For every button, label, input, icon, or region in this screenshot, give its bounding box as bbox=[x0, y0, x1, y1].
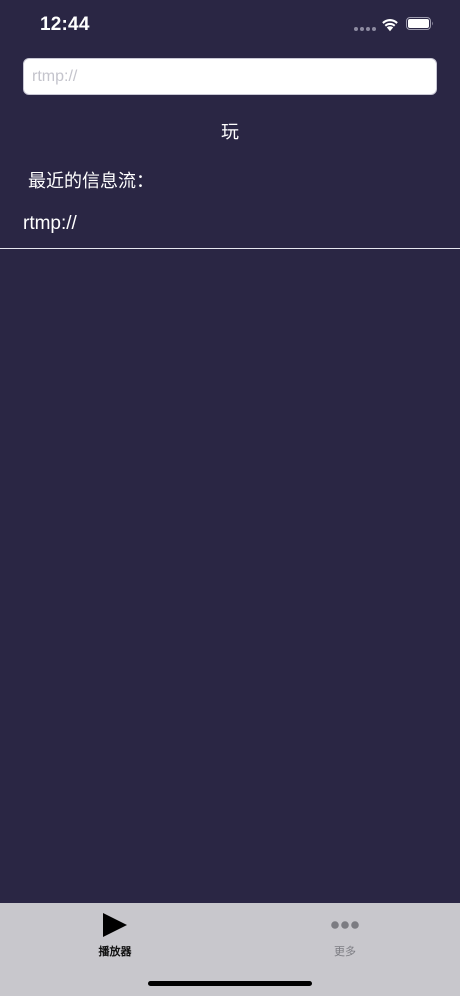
play-button[interactable]: 玩 bbox=[200, 116, 260, 146]
stream-url-input[interactable] bbox=[23, 58, 437, 95]
recent-streams-label: 最近的信息流： bbox=[28, 171, 154, 192]
battery-icon bbox=[406, 17, 433, 30]
more-icon bbox=[331, 921, 359, 929]
tab-more[interactable]: 更多 bbox=[285, 911, 405, 971]
recent-stream-item[interactable]: rtmp:// bbox=[0, 200, 460, 249]
tab-player[interactable]: 播放器 bbox=[55, 911, 175, 971]
cellular-signal-icon bbox=[354, 27, 376, 31]
tab-bar: 播放器 更多 bbox=[0, 903, 460, 996]
status-bar: 12:44 bbox=[0, 0, 460, 50]
wifi-icon bbox=[382, 19, 398, 32]
tab-player-label: 播放器 bbox=[98, 945, 132, 958]
recent-streams-list: rtmp:// bbox=[0, 200, 460, 249]
play-icon bbox=[103, 913, 127, 937]
home-indicator bbox=[148, 981, 312, 986]
tab-more-label: 更多 bbox=[334, 945, 356, 958]
status-time: 12:44 bbox=[40, 14, 90, 35]
